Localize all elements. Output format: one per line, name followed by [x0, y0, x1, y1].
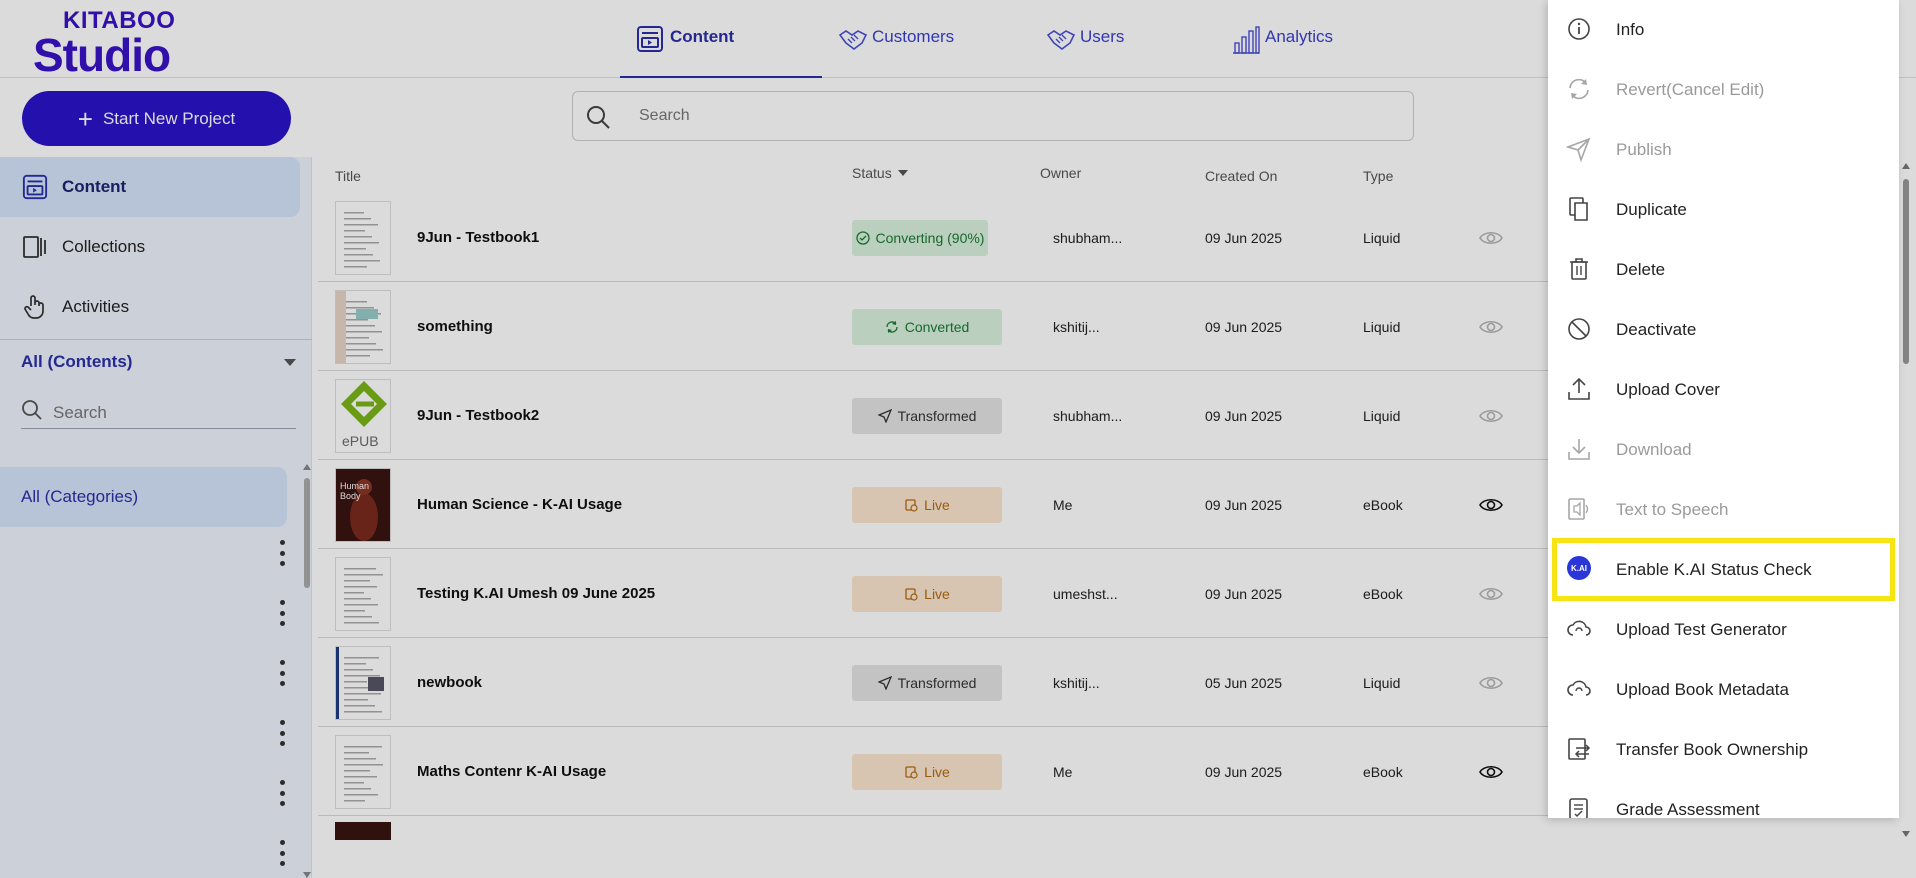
kai-badge-text: K.AI — [1567, 556, 1591, 580]
menu-item-label: Info — [1616, 20, 1645, 39]
menu-item-download: Download — [1548, 420, 1899, 480]
menu-item-label: Revert(Cancel Edit) — [1616, 80, 1765, 99]
menu-item-upload-book-metadata[interactable]: Upload Book Metadata — [1548, 660, 1899, 720]
menu-item-grade-assessment[interactable]: Grade Assessment — [1548, 780, 1899, 818]
cloud-sync-icon — [1566, 616, 1594, 644]
menu-item-label: Upload Test Generator — [1616, 620, 1787, 639]
block-icon — [1566, 316, 1594, 344]
revert-icon — [1566, 76, 1594, 104]
menu-item-label: Enable K.AI Status Check — [1616, 559, 1812, 579]
send-icon — [1566, 136, 1594, 164]
menu-item-enable-k-ai-status-check[interactable]: K.AI Enable K.AI Status Check — [1552, 538, 1895, 601]
menu-item-label: Deactivate — [1616, 320, 1697, 339]
menu-item-label: Duplicate — [1616, 200, 1687, 219]
menu-item-label: Delete — [1616, 260, 1666, 279]
menu-item-label: Grade Assessment — [1616, 800, 1760, 818]
transfer-icon — [1566, 736, 1594, 764]
book-actions-menu: Info Revert(Cancel Edit) Publish Duplicate D… — [1548, 0, 1899, 818]
text-to-speech-icon — [1566, 496, 1594, 524]
menu-item-label: Text to Speech — [1616, 500, 1729, 519]
grade-icon — [1566, 796, 1594, 818]
menu-item-transfer-book-ownership[interactable]: Transfer Book Ownership — [1548, 720, 1899, 780]
kai-icon: K.AI — [1567, 554, 1595, 582]
duplicate-icon — [1566, 196, 1594, 224]
menu-item-label: Download — [1616, 440, 1692, 459]
menu-item-upload-cover[interactable]: Upload Cover — [1548, 360, 1899, 420]
download-icon — [1566, 436, 1594, 464]
menu-item-deactivate[interactable]: Deactivate — [1548, 300, 1899, 360]
menu-item-upload-test-generator[interactable]: Upload Test Generator — [1548, 600, 1899, 660]
trash-icon — [1566, 256, 1594, 284]
menu-item-revert-cancel-edit: Revert(Cancel Edit) — [1548, 60, 1899, 120]
menu-item-info[interactable]: Info — [1548, 0, 1899, 60]
info-icon — [1566, 16, 1594, 44]
menu-item-text-to-speech: Text to Speech — [1548, 480, 1899, 540]
menu-item-publish: Publish — [1548, 120, 1899, 180]
menu-item-label: Upload Book Metadata — [1616, 680, 1789, 699]
menu-item-label: Transfer Book Ownership — [1616, 740, 1809, 759]
menu-item-label: Publish — [1616, 140, 1672, 159]
upload-icon — [1566, 376, 1594, 404]
cloud-sync-icon — [1566, 676, 1594, 704]
menu-item-delete[interactable]: Delete — [1548, 240, 1899, 300]
menu-item-label: Upload Cover — [1616, 380, 1720, 399]
menu-item-duplicate[interactable]: Duplicate — [1548, 180, 1899, 240]
